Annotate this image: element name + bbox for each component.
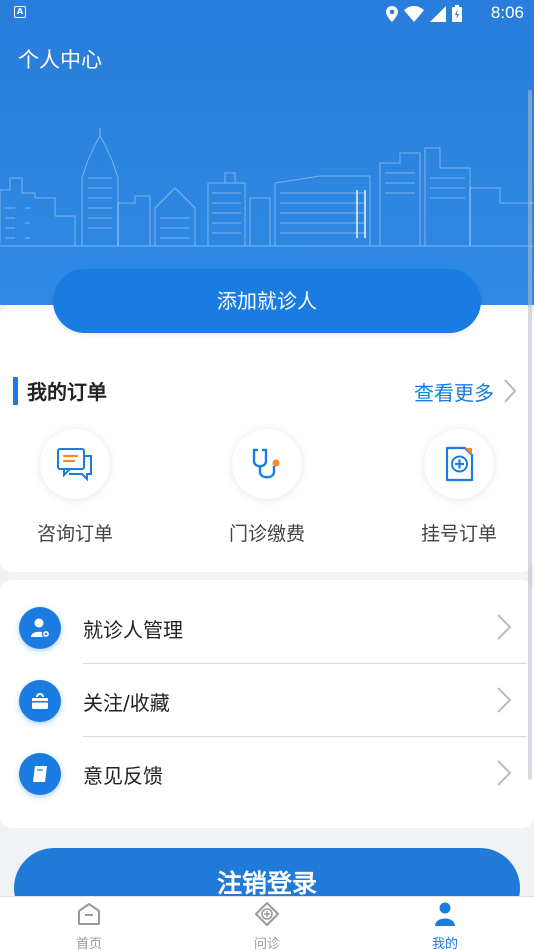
menu-item-label: 意见反馈 — [83, 764, 163, 788]
chevron-right-icon — [497, 614, 512, 640]
menu-item-favorites[interactable]: 关注/收藏 — [0, 665, 534, 737]
bottom-tab-bar: 首页 问诊 我的 — [0, 896, 534, 950]
consult-icon — [255, 902, 279, 926]
consult-order-item[interactable]: 咨询订单 — [5, 429, 145, 546]
city-skyline-illustration — [0, 128, 534, 247]
location-icon — [386, 5, 398, 22]
user-settings-icon — [19, 607, 61, 649]
clock: 8:06 — [490, 3, 524, 22]
profile-header: 个人中心 — [0, 28, 534, 305]
bag-icon — [19, 680, 61, 722]
tab-home[interactable]: 首页 — [49, 901, 129, 950]
tab-profile[interactable]: 我的 — [405, 901, 485, 950]
battery-icon — [452, 5, 462, 22]
view-more-link[interactable]: 查看更多 — [414, 377, 494, 406]
menu-item-patient-management[interactable]: 就诊人管理 — [0, 592, 534, 664]
my-orders-card: 我的订单 查看更多 咨询订单 门诊缴费 挂号订单 — [0, 305, 534, 572]
tab-label: 问诊 — [253, 937, 280, 950]
feedback-icon — [19, 753, 61, 795]
tab-consult[interactable]: 问诊 — [227, 901, 307, 950]
status-icons — [386, 5, 462, 22]
menu-item-label: 关注/收藏 — [83, 691, 170, 715]
settings-menu-card: 就诊人管理 关注/收藏 意见反馈 — [0, 580, 534, 828]
outpatient-payment-item[interactable]: 门诊缴费 — [197, 429, 337, 546]
menu-item-label: 就诊人管理 — [83, 618, 183, 642]
document-plus-icon — [424, 429, 494, 499]
order-item-label: 挂号订单 — [420, 523, 497, 545]
chat-icon — [40, 429, 110, 499]
chevron-right-icon[interactable] — [502, 377, 518, 405]
scrollbar[interactable] — [528, 90, 532, 780]
divider — [83, 736, 527, 737]
divider — [83, 663, 527, 664]
orders-section-title: 我的订单 — [27, 380, 107, 404]
order-item-label: 咨询订单 — [36, 523, 113, 545]
menu-item-feedback[interactable]: 意见反馈 — [0, 738, 534, 810]
home-icon — [78, 903, 100, 925]
order-item-label: 门诊缴费 — [228, 523, 305, 545]
section-accent-bar — [13, 377, 18, 405]
notification-icon: A — [14, 6, 26, 18]
tab-label: 首页 — [75, 937, 102, 950]
stethoscope-icon — [232, 429, 302, 499]
chevron-right-icon — [497, 687, 512, 713]
registration-order-item[interactable]: 挂号订单 — [389, 429, 529, 546]
profile-icon — [435, 902, 455, 926]
chevron-right-icon — [497, 760, 512, 786]
add-patient-button[interactable]: 添加就诊人 — [53, 269, 481, 333]
page-title: 个人中心 — [18, 48, 102, 72]
status-bar: A 8:06 — [0, 0, 534, 28]
tab-label: 我的 — [431, 937, 458, 950]
wifi-icon — [404, 5, 424, 22]
signal-icon — [430, 5, 446, 22]
